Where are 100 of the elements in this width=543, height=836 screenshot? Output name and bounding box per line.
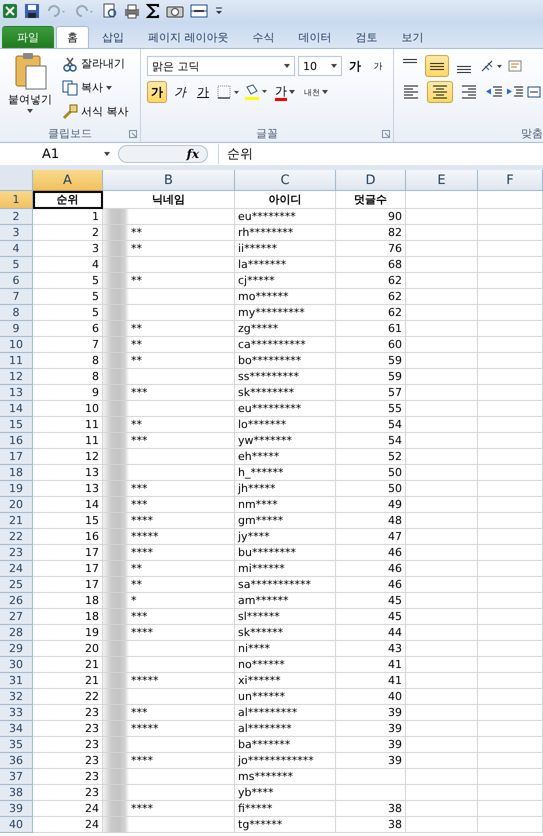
table-cell[interactable] xyxy=(478,657,543,673)
row-header[interactable]: 3 xyxy=(0,225,33,241)
table-cell[interactable]: 50 xyxy=(336,465,406,481)
excel-logo-icon[interactable] xyxy=(2,3,18,19)
row-header[interactable]: 18 xyxy=(0,465,33,481)
table-cell[interactable] xyxy=(406,497,478,513)
table-cell[interactable] xyxy=(406,209,478,225)
dialog-launcher-icon[interactable] xyxy=(129,130,137,138)
table-cell[interactable]: 62 xyxy=(336,289,406,305)
table-cell[interactable] xyxy=(336,769,406,785)
table-cell[interactable] xyxy=(478,513,543,529)
shrink-font-button[interactable]: 가 xyxy=(368,55,388,77)
row-header[interactable]: 25 xyxy=(0,577,33,593)
row-header[interactable]: 21 xyxy=(0,513,33,529)
table-cell[interactable]: 54 xyxy=(336,433,406,449)
formula-bar-handle[interactable]: fx xyxy=(118,145,208,163)
phonetic-guide-button[interactable]: 내천 xyxy=(301,81,331,103)
grow-font-button[interactable]: 가 xyxy=(345,55,365,77)
ribbon-tab[interactable]: 삽입 xyxy=(91,26,135,48)
table-cell[interactable] xyxy=(406,737,478,753)
table-cell[interactable]: **** xyxy=(103,753,235,769)
table-cell[interactable]: 41 xyxy=(336,673,406,689)
row-header[interactable]: 12 xyxy=(0,369,33,385)
row-header[interactable]: 35 xyxy=(0,737,33,753)
table-cell[interactable]: 46 xyxy=(336,577,406,593)
copy-button[interactable]: 복사 xyxy=(60,76,130,99)
table-cell[interactable]: 57 xyxy=(336,385,406,401)
column-header[interactable]: E xyxy=(406,170,478,191)
cut-button[interactable]: 잘라내기 xyxy=(60,52,130,75)
row-header[interactable]: 39 xyxy=(0,801,33,817)
table-cell[interactable]: ** xyxy=(103,273,235,289)
table-cell[interactable] xyxy=(103,369,235,385)
row-header[interactable]: 40 xyxy=(0,817,33,833)
table-cell[interactable] xyxy=(478,241,543,257)
table-cell[interactable]: 39 xyxy=(336,753,406,769)
table-cell[interactable] xyxy=(406,257,478,273)
font-color-button[interactable]: 가 xyxy=(272,81,298,103)
table-cell[interactable] xyxy=(103,769,235,785)
table-cell[interactable] xyxy=(406,401,478,417)
table-cell[interactable]: am****** xyxy=(235,593,336,609)
table-cell[interactable]: mo****** xyxy=(235,289,336,305)
table-cell[interactable]: ** xyxy=(103,561,235,577)
table-cell[interactable]: 54 xyxy=(336,417,406,433)
table-cell[interactable] xyxy=(478,417,543,433)
table-cell[interactable]: ** xyxy=(103,321,235,337)
table-cell[interactable]: 45 xyxy=(336,609,406,625)
table-cell[interactable] xyxy=(406,673,478,689)
table-cell[interactable] xyxy=(478,689,543,705)
row-header[interactable]: 8 xyxy=(0,305,33,321)
table-cell[interactable] xyxy=(478,209,543,225)
table-cell[interactable] xyxy=(103,785,235,801)
row-header[interactable]: 7 xyxy=(0,289,33,305)
table-cell[interactable] xyxy=(406,785,478,801)
table-cell[interactable]: no****** xyxy=(235,657,336,673)
row-header[interactable]: 17 xyxy=(0,449,33,465)
header-cell[interactable]: 아이디 xyxy=(235,191,336,209)
table-cell[interactable]: 61 xyxy=(336,321,406,337)
table-cell[interactable]: 62 xyxy=(336,305,406,321)
row-header[interactable]: 14 xyxy=(0,401,33,417)
table-cell[interactable]: tg****** xyxy=(235,817,336,833)
underline-button[interactable]: 가 xyxy=(193,81,213,103)
ribbon-tab[interactable]: 데이터 xyxy=(288,26,342,48)
table-cell[interactable] xyxy=(406,529,478,545)
paste-button[interactable]: 붙여넣기 xyxy=(2,52,58,124)
table-cell[interactable] xyxy=(103,449,235,465)
table-cell[interactable]: ni**** xyxy=(235,641,336,657)
table-cell[interactable] xyxy=(478,337,543,353)
table-cell[interactable] xyxy=(478,593,543,609)
row-header[interactable]: 16 xyxy=(0,433,33,449)
table-cell[interactable]: al********* xyxy=(235,705,336,721)
table-cell[interactable]: bu******** xyxy=(235,545,336,561)
table-cell[interactable] xyxy=(478,545,543,561)
printer-icon[interactable] xyxy=(124,3,140,19)
table-cell[interactable]: ** xyxy=(103,577,235,593)
sum-icon[interactable] xyxy=(146,3,160,19)
table-cell[interactable]: un****** xyxy=(235,689,336,705)
table-cell[interactable] xyxy=(406,657,478,673)
table-cell[interactable]: **** xyxy=(103,545,235,561)
table-cell[interactable] xyxy=(406,337,478,353)
table-cell[interactable]: eu********* xyxy=(235,401,336,417)
table-cell[interactable] xyxy=(406,433,478,449)
table-cell[interactable] xyxy=(478,289,543,305)
table-cell[interactable]: *** xyxy=(103,705,235,721)
table-cell[interactable]: ***** xyxy=(103,529,235,545)
table-cell[interactable]: 45 xyxy=(336,593,406,609)
select-all-button[interactable] xyxy=(0,170,33,191)
table-cell[interactable] xyxy=(478,257,543,273)
table-cell[interactable]: rh******** xyxy=(235,225,336,241)
table-cell[interactable]: ** xyxy=(103,353,235,369)
table-cell[interactable]: cj***** xyxy=(235,273,336,289)
table-cell[interactable]: bo********* xyxy=(235,353,336,369)
undo-icon[interactable] xyxy=(46,3,68,19)
table-cell[interactable] xyxy=(478,191,543,209)
row-header[interactable]: 37 xyxy=(0,769,33,785)
table-cell[interactable]: ii****** xyxy=(235,241,336,257)
table-cell[interactable]: jh***** xyxy=(235,481,336,497)
table-cell[interactable]: mi****** xyxy=(235,561,336,577)
table-cell[interactable] xyxy=(406,721,478,737)
row-header[interactable]: 23 xyxy=(0,545,33,561)
table-cell[interactable]: ** xyxy=(103,417,235,433)
